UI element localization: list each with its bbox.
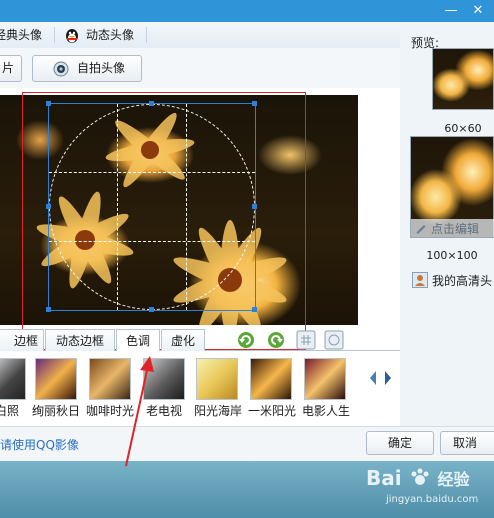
avatar-icon [412, 272, 428, 288]
edit-overlay-bar[interactable]: 点击编辑 [411, 219, 494, 237]
edit-tab-blur-label: 虚化 [170, 334, 195, 348]
edit-tab-animated-border[interactable]: 动态边框 [45, 329, 115, 351]
selfie-avatar-label: 自拍头像 [77, 61, 126, 75]
watermark-brand: Bai 经验 [366, 466, 470, 490]
cancel-label: 取消 [453, 436, 478, 450]
scroll-right-icon[interactable] [383, 370, 393, 386]
annotation-highlight-box [22, 92, 306, 350]
tab-classic-label: 经典头像 [0, 28, 43, 42]
tab-classic-avatar[interactable]: 经典头像 [0, 22, 52, 48]
preview-thumb-100[interactable]: 点击编辑 [410, 136, 494, 238]
effect-thumb-warm[interactable] [250, 358, 292, 400]
preview-size-60: 60×60 [444, 122, 482, 135]
tab-bar: 经典头像 动态头像 [0, 22, 400, 49]
selfie-avatar-button[interactable]: 自拍头像 [32, 55, 142, 82]
effect-thumb-white[interactable] [0, 358, 26, 400]
watermark-brand-suffix: 经验 [437, 470, 470, 489]
preview-thumb-60 [432, 48, 494, 110]
preview-size-100: 100×100 [426, 249, 478, 262]
edit-overlay-label: 点击编辑 [431, 222, 480, 236]
edit-tab-tone[interactable]: 色调 [116, 329, 160, 351]
local-upload-button[interactable]: 片 [0, 55, 22, 82]
edit-tab-border-label: 边框 [13, 334, 38, 348]
pencil-icon [416, 225, 426, 234]
rotate-right-icon[interactable] [266, 330, 286, 350]
effect-thumb-autumn[interactable] [35, 358, 77, 400]
watermark-brand-text: Bai [366, 466, 402, 490]
title-bar [0, 0, 494, 22]
effect-thumb-sunny[interactable] [196, 358, 238, 400]
edit-tab-border[interactable]: 边框 [0, 329, 44, 351]
effect-label-sunny: 阳光海岸 [193, 404, 242, 418]
edit-tab-tone-label: 色调 [125, 334, 150, 348]
tab-animated-label: 动态头像 [86, 28, 135, 42]
rotate-left-icon[interactable] [236, 330, 256, 350]
use-qq-image-link[interactable]: 请使用QQ影像 [0, 436, 79, 453]
tab-divider [146, 27, 147, 43]
effect-label-autumn: 绚丽秋日 [31, 404, 80, 418]
confirm-button[interactable]: 确定 [366, 431, 434, 455]
grid-view-icon[interactable] [296, 330, 316, 350]
confirm-label: 确定 [387, 436, 412, 450]
toolbar: 片 自拍头像 [0, 48, 400, 88]
edit-tab-animated-border-label: 动态边框 [55, 334, 104, 348]
tab-divider [54, 27, 55, 43]
tab-animated-avatar[interactable]: 动态头像 [62, 22, 146, 48]
local-upload-label: 片 [1, 61, 14, 75]
scroll-left-icon[interactable] [368, 370, 378, 386]
cancel-button[interactable]: 取消 [440, 431, 494, 455]
minimize-button[interactable]: — [440, 0, 462, 22]
camera-icon [53, 61, 69, 77]
effect-label-film: 电影人生 [301, 404, 350, 418]
penguin-icon [66, 29, 78, 43]
effect-label-warm: 一米阳光 [247, 404, 296, 418]
effect-label-white: 白照 [0, 404, 19, 418]
annotation-arrow [125, 356, 154, 467]
circle-view-icon[interactable] [324, 330, 344, 350]
close-button[interactable]: ✕ [466, 0, 490, 22]
edit-tab-blur[interactable]: 虚化 [161, 329, 205, 351]
hd-avatar-link[interactable]: 我的高清头 [432, 272, 492, 289]
paw-icon [411, 468, 429, 485]
effect-thumb-film[interactable] [304, 358, 346, 400]
watermark-url: jingyan.baidu.com [386, 494, 479, 505]
